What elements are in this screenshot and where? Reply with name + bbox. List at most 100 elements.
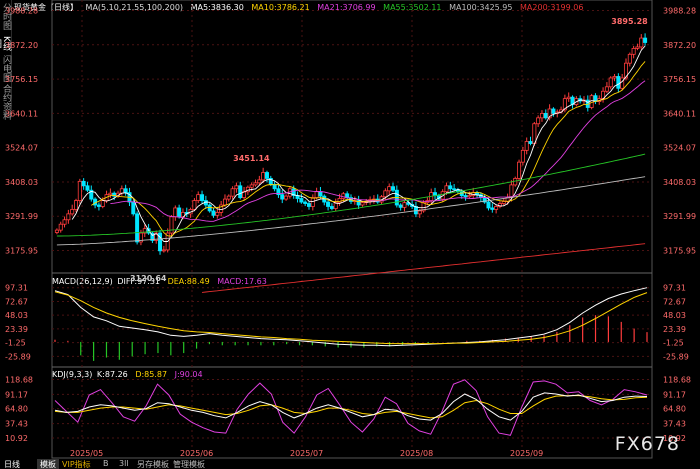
- candle-body: [444, 185, 449, 193]
- date-tick-label: 2025/08: [400, 449, 433, 458]
- price-tick-label-left: 3175.95: [5, 247, 38, 256]
- candle-body: [66, 213, 71, 221]
- candle-body: [383, 190, 388, 198]
- kdj-tick-label-right: 91.17: [663, 390, 686, 399]
- price-tick-label-left: 3524.07: [5, 144, 38, 153]
- macd-tick-label-right: 23.39: [663, 325, 686, 334]
- candle-body: [494, 206, 499, 210]
- candle-body: [169, 216, 174, 234]
- price-tick-label-left: 3640.11: [5, 109, 38, 118]
- macd-tick-label-right: 97.31: [663, 284, 686, 293]
- candle-body: [517, 161, 522, 179]
- price-tick-label-right: 3175.95: [663, 247, 696, 256]
- macd-tick-label-left: 23.39: [5, 325, 28, 334]
- candle-body: [387, 186, 392, 192]
- macd-tick-label-left: -1.25: [5, 339, 26, 348]
- candle-body: [326, 201, 331, 207]
- save-template-button[interactable]: 另存模板: [137, 459, 169, 469]
- candle-body: [486, 201, 491, 209]
- candle-body: [528, 141, 533, 144]
- candle-body: [524, 141, 529, 151]
- candle-body: [264, 172, 269, 179]
- kdj-tick-label-left: 64.80: [5, 405, 28, 414]
- candle-body: [604, 86, 609, 92]
- chart-svg: 3988.28 3988.28 3872.20 3872.20 3756.15 3756.…: [5, 0, 696, 459]
- candle-body: [543, 113, 548, 119]
- macd-tick-label-right: -1.25: [663, 339, 684, 348]
- price-tick-label-left: 3756.15: [5, 75, 38, 84]
- kdj-j-line: [54, 379, 648, 436]
- candle-body: [280, 194, 285, 200]
- candle-body: [509, 184, 514, 199]
- candle-body: [261, 172, 266, 181]
- tab-daily[interactable]: 日线: [4, 459, 20, 469]
- candle-body: [402, 202, 407, 208]
- candle-body: [448, 185, 453, 190]
- price-annotation: 3895.28: [611, 17, 648, 26]
- candle-body: [192, 200, 197, 210]
- candle-body: [299, 198, 304, 203]
- candle-body: [360, 202, 365, 206]
- macd-dea-line: [54, 291, 648, 345]
- candle-body: [234, 185, 239, 190]
- candle-body: [643, 37, 648, 43]
- price-tick-label-right: 3524.07: [663, 144, 696, 153]
- candle-body: [314, 191, 319, 199]
- vip-indicator-button[interactable]: VIP指标: [62, 459, 91, 469]
- macd-diff-line: [54, 287, 648, 347]
- candle-body: [490, 207, 495, 210]
- candle-body: [226, 195, 231, 200]
- price-tick-label-right: 3291.99: [663, 212, 696, 221]
- macd-tick-label-left: 72.67: [5, 297, 28, 306]
- kdj-tick-label-left: 10.92: [5, 434, 28, 443]
- kdj-tick-label-right: 118.68: [663, 375, 691, 384]
- macd-tick-label-left: -25.89: [5, 352, 31, 361]
- candle-body: [200, 194, 205, 201]
- candle-body: [81, 180, 86, 187]
- candle-body: [337, 198, 342, 204]
- candle-body: [463, 195, 468, 198]
- candle-body: [329, 206, 334, 209]
- tab-template[interactable]: 模板: [37, 459, 59, 469]
- candle-body: [391, 186, 396, 191]
- 3ll-button[interactable]: 3ll: [119, 459, 129, 468]
- candle-body: [501, 201, 506, 204]
- candle-body: [467, 195, 472, 198]
- price-annotation: 3120.64: [130, 274, 167, 283]
- date-tick-label: 2025/07: [290, 449, 323, 458]
- candle-body: [96, 204, 101, 207]
- manage-template-button[interactable]: 管理模板: [173, 459, 205, 469]
- candle-body: [257, 179, 262, 184]
- candle-body: [566, 96, 571, 100]
- candle-body: [207, 204, 212, 212]
- date-tick-label: 2025/05: [70, 449, 103, 458]
- candle-body: [173, 207, 178, 218]
- candle-body: [631, 48, 636, 55]
- candle-body: [608, 77, 613, 88]
- candle-body: [249, 184, 254, 188]
- candle-body: [123, 188, 128, 193]
- candle-body: [70, 209, 75, 215]
- candle-body: [539, 113, 544, 119]
- price-tick-label-left: 3408.03: [5, 178, 38, 187]
- price-tick-label-left: 3988.28: [5, 7, 38, 16]
- macd-tick-label-right: 48.03: [663, 311, 686, 320]
- macd-tick-label-left: 48.03: [5, 311, 28, 320]
- price-annotation: 3451.14: [233, 154, 270, 163]
- price-tick-label-right: 3988.28: [663, 7, 696, 16]
- date-tick-label: 2025/06: [180, 449, 213, 458]
- b-button[interactable]: B: [103, 459, 109, 468]
- candle-body: [74, 200, 79, 210]
- candle-body: [177, 207, 182, 218]
- candle-body: [108, 192, 113, 196]
- candle-body: [639, 37, 644, 48]
- candle-body: [398, 204, 403, 208]
- candle-body: [238, 185, 243, 199]
- kdj-tick-label-left: 37.43: [5, 420, 28, 429]
- kdj-k-line: [54, 392, 648, 421]
- candle-body: [284, 195, 289, 200]
- candle-body: [635, 46, 640, 49]
- price-tick-label-right: 3408.03: [663, 178, 696, 187]
- candle-body: [131, 201, 136, 215]
- watermark-logo: FX678: [614, 433, 680, 455]
